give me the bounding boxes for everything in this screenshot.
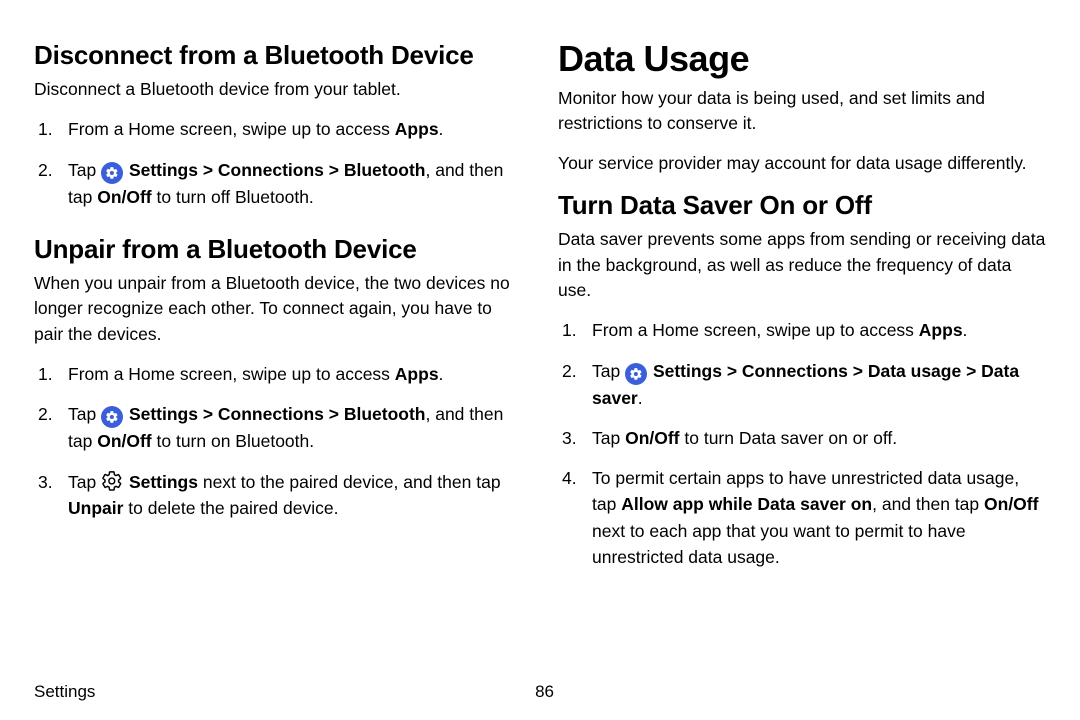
text-bold: On/Off (97, 431, 151, 451)
text-bold: Unpair (68, 498, 123, 518)
list-item: From a Home screen, swipe up to access A… (34, 361, 522, 387)
gear-icon (101, 406, 123, 428)
text: to turn Data saver on or off. (680, 428, 898, 448)
steps-disconnect: From a Home screen, swipe up to access A… (34, 116, 522, 210)
text: next to each app that you want to permit… (592, 521, 966, 567)
text: , and then tap (872, 494, 984, 514)
text-bold: Allow app while Data saver on (621, 494, 872, 514)
list-item: To permit certain apps to have unrestric… (558, 465, 1046, 570)
two-column-layout: Disconnect from a Bluetooth Device Disco… (34, 34, 1046, 674)
intro-data-usage-2: Your service provider may account for da… (558, 151, 1046, 176)
heading-unpair-bluetooth: Unpair from a Bluetooth Device (34, 234, 522, 265)
text-bold: Apps (395, 119, 439, 139)
list-item: Tap Settings > Connections > Data usage … (558, 358, 1046, 411)
text: Tap (68, 160, 101, 180)
text: . (963, 320, 968, 340)
list-item: Tap Settings next to the paired device, … (34, 469, 522, 522)
text: . (439, 364, 444, 384)
text-bold: Settings > Connections > Bluetooth (124, 160, 425, 180)
text: Tap (68, 404, 101, 424)
steps-data-saver: From a Home screen, swipe up to access A… (558, 317, 1046, 570)
text: From a Home screen, swipe up to access (68, 364, 395, 384)
gear-outline-icon (101, 470, 123, 492)
text-bold: Apps (395, 364, 439, 384)
intro-data-saver: Data saver prevents some apps from sendi… (558, 227, 1046, 303)
text-bold: Settings > Connections > Bluetooth (124, 404, 425, 424)
intro-data-usage-1: Monitor how your data is being used, and… (558, 86, 1046, 137)
list-item: Tap Settings > Connections > Bluetooth, … (34, 157, 522, 210)
text: to turn on Bluetooth. (152, 431, 314, 451)
text-bold: On/Off (97, 187, 151, 207)
text: Tap (592, 361, 625, 381)
footer-section: Settings (34, 682, 95, 702)
page-footer: Settings 86 (34, 674, 554, 702)
gear-icon (101, 162, 123, 184)
text: to turn off Bluetooth. (152, 187, 314, 207)
text: Tap (592, 428, 625, 448)
right-column: Data Usage Monitor how your data is bein… (558, 34, 1046, 674)
list-item: Tap On/Off to turn Data saver on or off. (558, 425, 1046, 451)
text: From a Home screen, swipe up to access (68, 119, 395, 139)
text: Tap (68, 472, 101, 492)
list-item: From a Home screen, swipe up to access A… (558, 317, 1046, 343)
gear-icon (625, 363, 647, 385)
text: . (439, 119, 444, 139)
list-item: From a Home screen, swipe up to access A… (34, 116, 522, 142)
steps-unpair: From a Home screen, swipe up to access A… (34, 361, 522, 521)
text: next to the paired device, and then tap (198, 472, 501, 492)
left-column: Disconnect from a Bluetooth Device Disco… (34, 34, 522, 674)
text-bold: On/Off (984, 494, 1038, 514)
heading-disconnect-bluetooth: Disconnect from a Bluetooth Device (34, 40, 522, 71)
text-bold: Settings (124, 472, 198, 492)
footer-page-number: 86 (535, 682, 554, 702)
text: . (638, 388, 643, 408)
text-bold: Settings > Connections > Data usage > Da… (592, 361, 1019, 408)
text: to delete the paired device. (123, 498, 338, 518)
intro-disconnect: Disconnect a Bluetooth device from your … (34, 77, 522, 102)
list-item: Tap Settings > Connections > Bluetooth, … (34, 401, 522, 454)
text: From a Home screen, swipe up to access (592, 320, 919, 340)
text-bold: On/Off (625, 428, 679, 448)
text-bold: Apps (919, 320, 963, 340)
intro-unpair: When you unpair from a Bluetooth device,… (34, 271, 522, 347)
heading-data-saver: Turn Data Saver On or Off (558, 190, 1046, 221)
heading-data-usage: Data Usage (558, 38, 1046, 80)
